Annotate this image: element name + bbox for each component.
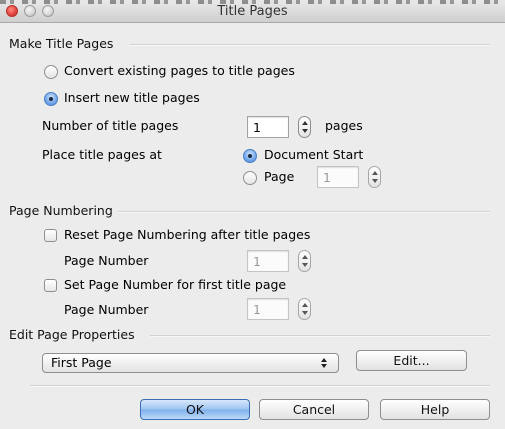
set-page-number-field[interactable] (247, 298, 289, 320)
number-of-title-pages-field[interactable] (247, 116, 289, 138)
section-divider (130, 44, 490, 46)
page-select-popup[interactable]: First Page (42, 353, 339, 373)
number-of-title-pages-label: Number of title pages (42, 118, 179, 133)
edit-page-properties-heading: Edit Page Properties (9, 327, 135, 342)
popup-arrows-icon (321, 357, 328, 369)
document-start-label: Document Start (264, 147, 364, 162)
reset-page-numbering-checkbox[interactable] (44, 229, 57, 242)
window-title: Title Pages (217, 4, 288, 19)
help-button[interactable]: Help (380, 399, 490, 420)
set-page-number-stepper[interactable] (298, 298, 311, 320)
reset-page-number-field[interactable] (247, 250, 289, 272)
number-of-title-pages-stepper[interactable] (298, 116, 311, 138)
page-numbering-heading: Page Numbering (9, 203, 113, 218)
page-select-value: First Page (51, 355, 112, 370)
convert-existing-label: Convert existing pages to title pages (64, 63, 295, 78)
set-page-number-checkbox[interactable] (44, 279, 57, 292)
make-title-pages-heading: Make Title Pages (9, 36, 114, 51)
set-page-number-label: Set Page Number for first title page (64, 277, 287, 292)
cancel-button[interactable]: Cancel (259, 399, 369, 420)
reset-page-numbering-label: Reset Page Numbering after title pages (64, 227, 311, 242)
convert-existing-radio[interactable] (44, 65, 58, 79)
page-position-field[interactable] (317, 166, 359, 188)
ok-button[interactable]: OK (140, 399, 250, 420)
section-divider (118, 211, 490, 213)
reset-page-number-stepper[interactable] (298, 250, 311, 272)
page-position-radio[interactable] (243, 171, 257, 185)
page-position-stepper[interactable] (368, 166, 381, 188)
title-bar: Title Pages (0, 0, 505, 23)
insert-new-radio[interactable] (44, 92, 58, 106)
footer-divider (30, 385, 490, 387)
insert-new-label: Insert new title pages (64, 90, 200, 105)
set-page-number-value-label: Page Number (64, 302, 149, 317)
document-start-radio[interactable] (243, 149, 257, 163)
edit-button[interactable]: Edit... (356, 350, 467, 371)
section-divider (150, 335, 490, 337)
reset-page-number-label: Page Number (64, 253, 149, 268)
place-title-pages-label: Place title pages at (42, 147, 162, 162)
pages-suffix-label: pages (325, 118, 363, 133)
page-position-label: Page (264, 169, 295, 184)
